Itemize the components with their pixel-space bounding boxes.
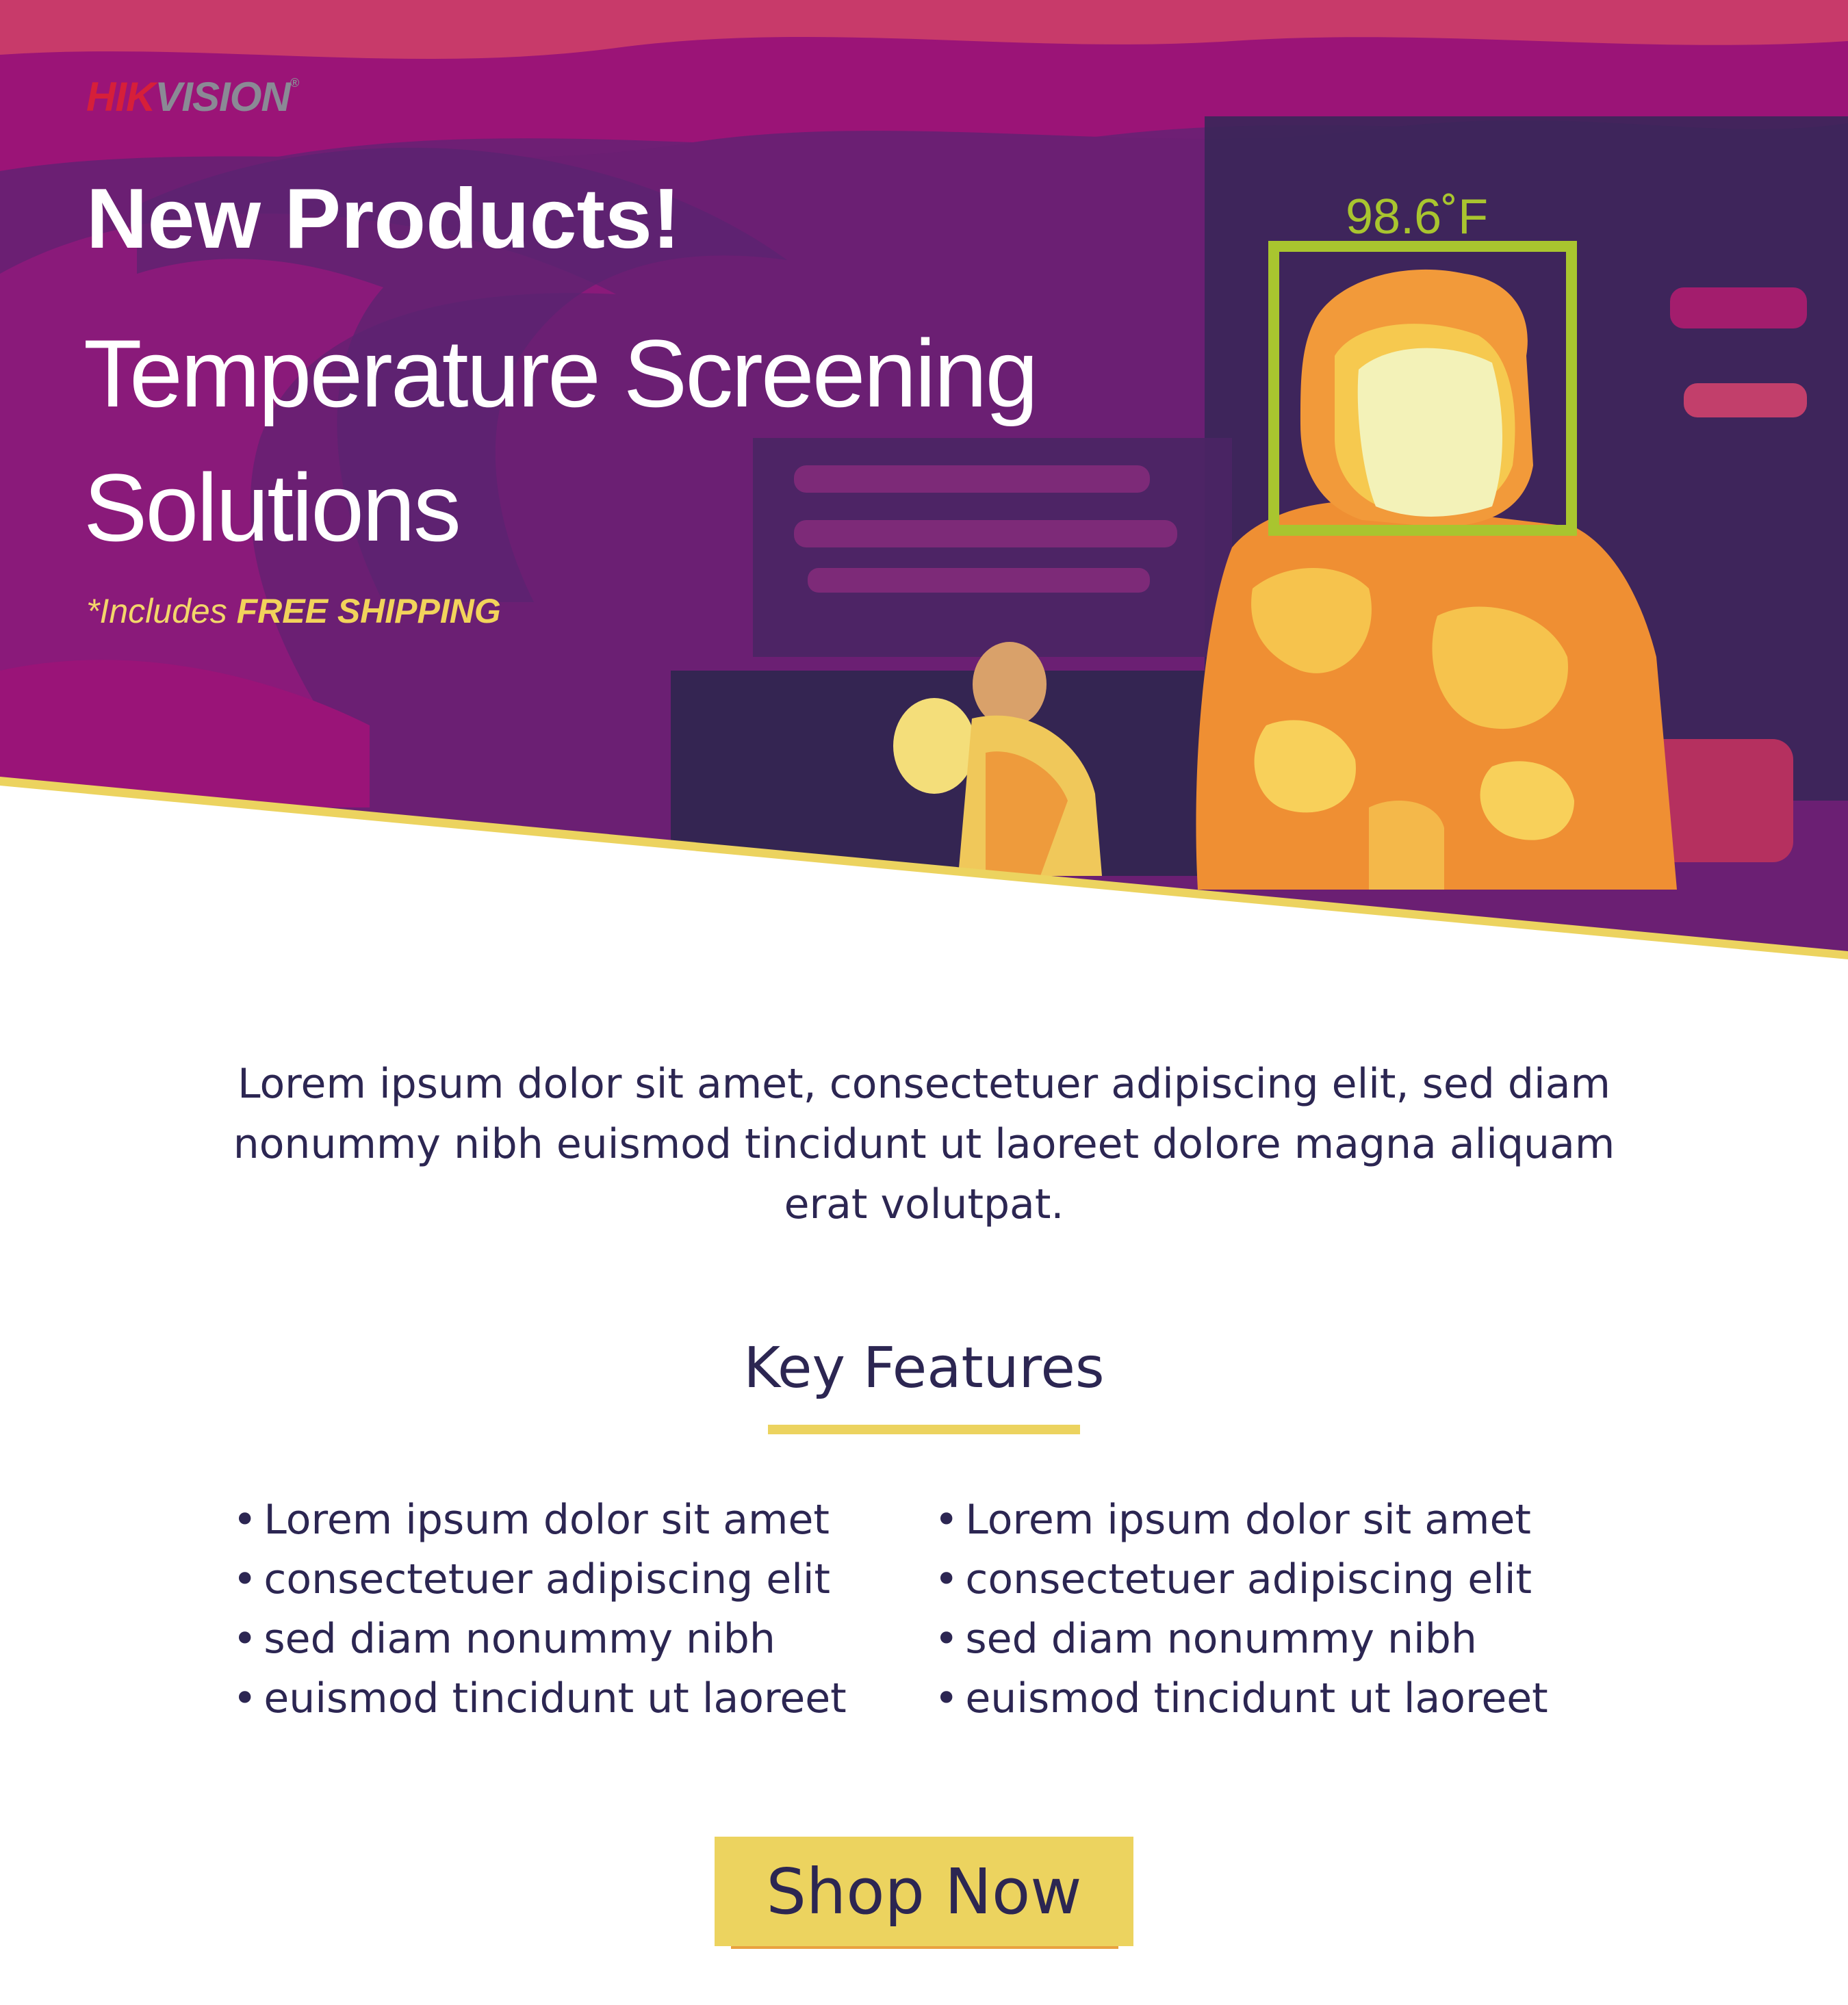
list-item: euismod tincidunt ut laoreet [934,1669,1548,1729]
list-item: Lorem ipsum dolor sit amet [233,1490,847,1550]
shipping-emphasis: FREE SHIPPING [236,592,501,630]
list-item: sed diam nonummy nibh [233,1609,847,1669]
features-list-right: Lorem ipsum dolor sit amet consectetuer … [934,1490,1548,1729]
key-features-title: Key Features [743,1336,1105,1401]
shipping-prefix: *Includes [86,592,237,630]
hikvision-logo: HIKVISION® [86,74,299,120]
title-underline [768,1425,1080,1434]
features-list-left: Lorem ipsum dolor sit amet consectetuer … [233,1490,847,1729]
free-shipping-note: *Includes FREE SHIPPING [86,591,501,631]
hero-headline: New Products! [86,172,681,266]
temperature-readout: 98.6˚F [1346,190,1489,244]
hero-banner: HIKVISION® New Products! Temperature Scr… [0,0,1848,972]
list-item: sed diam nonummy nibh [934,1609,1548,1669]
list-item: consectetuer adipiscing elit [233,1550,847,1609]
shop-now-button[interactable]: Shop Now [715,1837,1133,1946]
list-item: euismod tincidunt ut laoreet [233,1669,846,1729]
list-item: Lorem ipsum dolor sit amet [934,1490,1548,1550]
hero-subheadline: Temperature Screening Solutions [84,320,1038,561]
intro-paragraph: Lorem ipsum dolor sit amet, consectetuer… [233,1060,1615,1228]
list-item: consectetuer adipiscing elit [934,1550,1548,1609]
